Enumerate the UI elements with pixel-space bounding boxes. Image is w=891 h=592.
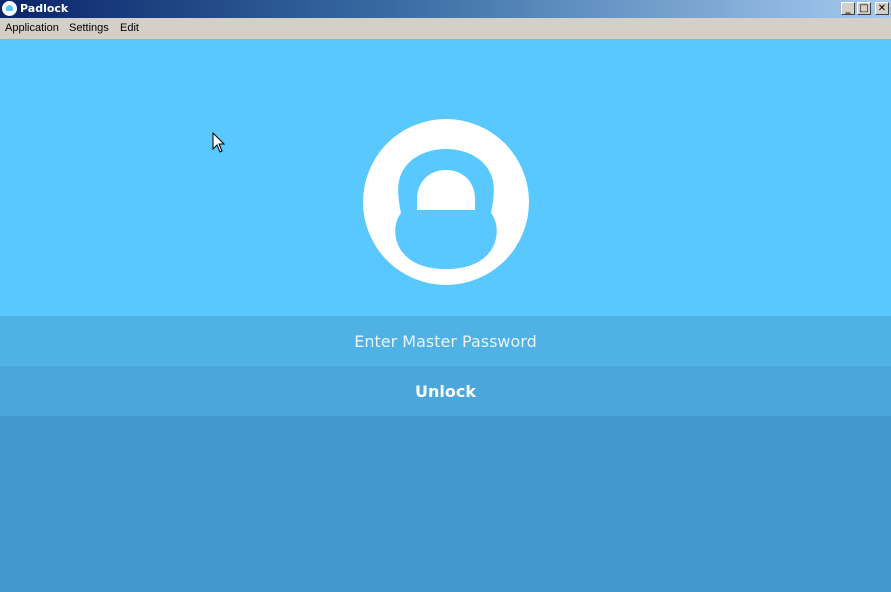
mouse-pointer-icon (212, 132, 226, 153)
window-title: Padlock (20, 2, 69, 15)
close-button[interactable]: ✕ (875, 2, 889, 15)
menu-application[interactable]: Application (5, 22, 59, 35)
padlock-icon (2, 1, 17, 16)
maximize-button[interactable]: □ (857, 2, 871, 15)
menu-edit[interactable]: Edit (120, 22, 139, 35)
unlock-button[interactable]: Unlock (0, 366, 891, 416)
menu-bar: Application Settings Edit (0, 18, 891, 39)
title-bar[interactable]: Padlock _ □ ✕ (0, 0, 891, 18)
empty-content-area (0, 416, 891, 592)
padlock-logo-icon (363, 119, 529, 285)
header-area (0, 39, 891, 316)
master-password-input[interactable] (0, 316, 891, 366)
minimize-button[interactable]: _ (841, 2, 855, 15)
menu-settings[interactable]: Settings (69, 22, 109, 35)
